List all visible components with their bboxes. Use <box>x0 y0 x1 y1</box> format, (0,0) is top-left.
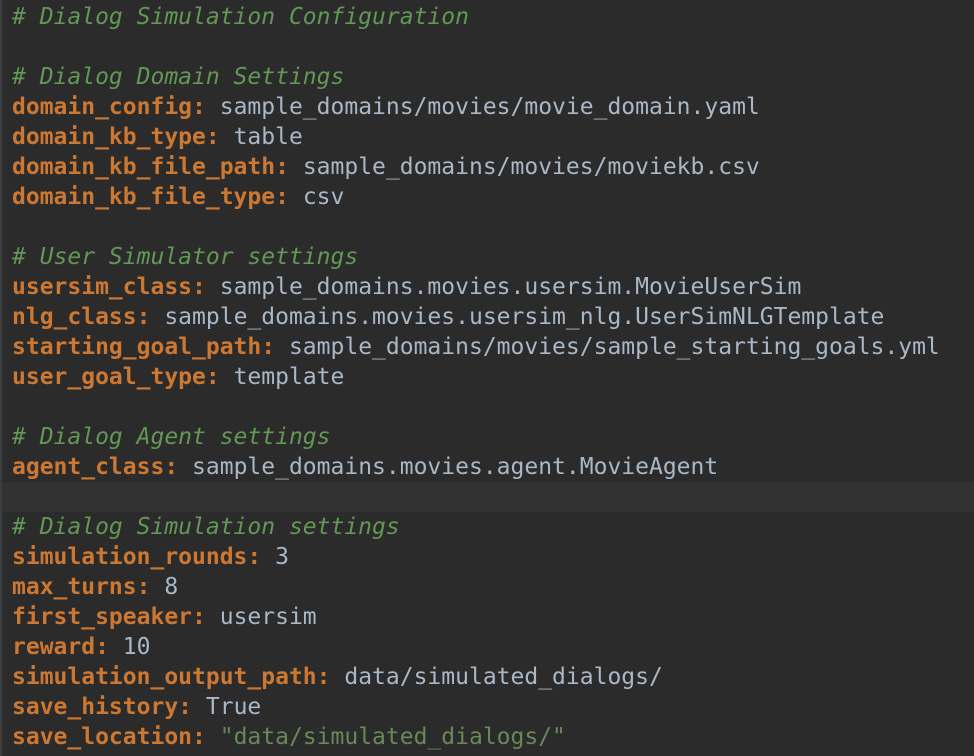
code-line-22[interactable]: reward: 10 <box>12 632 151 662</box>
yaml-key: save_history <box>12 694 179 720</box>
code-line-9[interactable]: # User Simulator settings <box>12 242 358 272</box>
yaml-string-value: "data/simulated_dialogs/" <box>219 724 566 750</box>
yaml-key: user_goal_type <box>12 364 206 390</box>
yaml-value: sample_domains/movies/moviekb.csv <box>302 154 760 180</box>
code-line-5[interactable]: domain_kb_type: table <box>12 122 303 152</box>
yaml-colon: : <box>275 184 303 210</box>
yaml-key: starting_goal_path <box>12 334 262 360</box>
current-line-highlight <box>2 482 974 512</box>
yaml-colon: : <box>275 154 303 180</box>
yaml-value: sample_domains.movies.usersim_nlg.UserSi… <box>164 304 885 330</box>
yaml-value: 3 <box>275 544 289 570</box>
code-line-24[interactable]: save_history: True <box>12 692 261 722</box>
yaml-colon: : <box>178 694 206 720</box>
code-line-15[interactable]: # Dialog Agent settings <box>12 422 331 452</box>
yaml-key: max_turns <box>12 574 137 600</box>
yaml-colon: : <box>205 364 234 390</box>
yaml-value: data/simulated_dialogs/ <box>344 664 663 690</box>
yaml-value: table <box>233 124 303 150</box>
code-line-6[interactable]: domain_kb_file_path: sample_domains/movi… <box>12 152 760 182</box>
yaml-colon: : <box>192 724 220 750</box>
yaml-colon: : <box>136 574 165 600</box>
yaml-key: reward <box>12 634 96 660</box>
yaml-colon: : <box>205 124 234 150</box>
yaml-key: domain_kb_type <box>12 124 206 150</box>
yaml-key: domain_kb_file_path <box>12 154 276 180</box>
code-line-23[interactable]: simulation_output_path: data/simulated_d… <box>12 662 663 692</box>
yaml-key: simulation_rounds <box>12 544 248 570</box>
yaml-value: sample_domains.movies.agent.MovieAgent <box>192 454 719 480</box>
yaml-value: sample_domains/movies/sample_starting_go… <box>288 334 940 360</box>
code-line-7[interactable]: domain_kb_file_type: csv <box>12 182 344 212</box>
code-line-19[interactable]: simulation_rounds: 3 <box>12 542 289 572</box>
yaml-key: save_location <box>12 724 193 750</box>
comment-text: # Dialog Domain Settings <box>12 64 345 90</box>
yaml-value: sample_domains.movies.usersim.MovieUserS… <box>219 274 802 300</box>
yaml-colon: : <box>192 274 220 300</box>
code-editor[interactable]: # Dialog Simulation Configuration # Dial… <box>0 0 974 756</box>
yaml-value: usersim <box>219 604 317 630</box>
yaml-colon: : <box>95 634 123 660</box>
yaml-colon: : <box>261 334 289 360</box>
yaml-colon: : <box>192 604 220 630</box>
yaml-colon: : <box>192 94 220 120</box>
code-line-25[interactable]: save_location: "data/simulated_dialogs/" <box>12 722 566 752</box>
code-line-4[interactable]: domain_config: sample_domains/movies/mov… <box>12 92 760 122</box>
code-line-21[interactable]: first_speaker: usersim <box>12 602 317 632</box>
yaml-key: usersim_class <box>12 274 193 300</box>
code-line-18[interactable]: # Dialog Simulation settings <box>12 512 400 542</box>
code-line-11[interactable]: nlg_class: sample_domains.movies.usersim… <box>12 302 884 332</box>
yaml-value: csv <box>302 184 345 210</box>
yaml-value: 8 <box>164 574 179 600</box>
yaml-value: True <box>205 694 262 720</box>
yaml-key: nlg_class <box>12 304 137 330</box>
yaml-key: domain_config <box>12 94 193 120</box>
yaml-value: 10 <box>122 634 151 660</box>
code-line-16[interactable]: agent_class: sample_domains.movies.agent… <box>12 452 718 482</box>
yaml-colon: : <box>136 304 165 330</box>
code-line-3[interactable]: # Dialog Domain Settings <box>12 62 344 92</box>
yaml-key: domain_kb_file_type <box>12 184 276 210</box>
yaml-colon: : <box>247 544 276 570</box>
code-line-10[interactable]: usersim_class: sample_domains.movies.use… <box>12 272 801 302</box>
yaml-colon: : <box>164 454 193 480</box>
code-line-1[interactable]: # Dialog Simulation Configuration <box>12 2 469 32</box>
comment-text: # Dialog Simulation Configuration <box>12 4 469 30</box>
yaml-value: template <box>233 364 345 390</box>
code-line-12[interactable]: starting_goal_path: sample_domains/movie… <box>12 332 940 362</box>
yaml-key: agent_class <box>12 454 165 480</box>
yaml-key: first_speaker <box>12 604 193 630</box>
yaml-colon: : <box>316 664 345 690</box>
comment-text: # Dialog Agent settings <box>12 424 331 450</box>
comment-text: # User Simulator settings <box>12 244 359 270</box>
code-line-20[interactable]: max_turns: 8 <box>12 572 178 602</box>
code-line-13[interactable]: user_goal_type: template <box>12 362 344 392</box>
comment-text: # Dialog Simulation settings <box>12 514 400 540</box>
yaml-value: sample_domains/movies/movie_domain.yaml <box>219 94 760 120</box>
yaml-key: simulation_output_path <box>12 664 317 690</box>
